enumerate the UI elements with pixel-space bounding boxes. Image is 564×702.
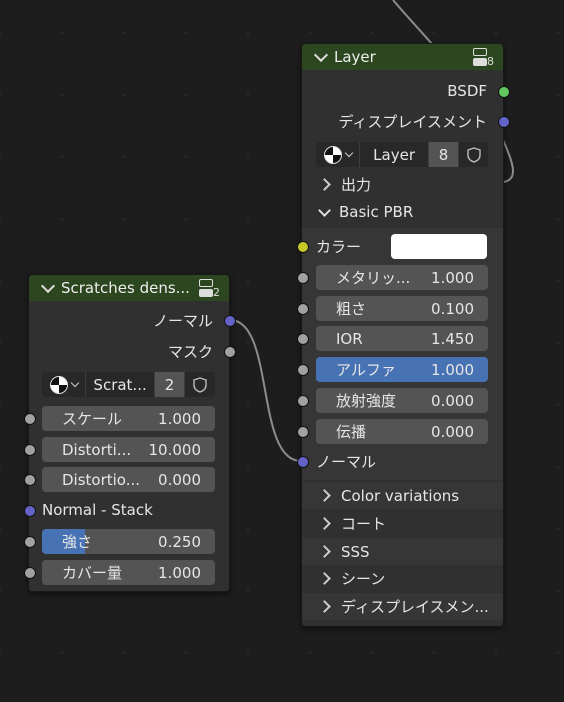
output-label-mask: マスク <box>167 342 213 361</box>
output-label-bsdf: BSDF <box>447 82 487 100</box>
input-normal-row: ノーマル <box>316 448 376 474</box>
output-bsdf-row: BSDF <box>302 78 503 104</box>
panel-basic-pbr[interactable]: Basic PBR <box>302 199 503 225</box>
expand-chevron-icon <box>318 177 331 191</box>
input-socket-alpha[interactable] <box>297 364 309 376</box>
material-sphere-icon <box>323 145 342 164</box>
layer-node-header[interactable]: Layer 8 <box>302 44 503 70</box>
input-field-distortion-2[interactable]: Distortio... 0.000 <box>42 467 215 492</box>
panel-sss[interactable]: SSS <box>302 538 503 565</box>
input-field-emission-strength[interactable]: 放射強度 0.000 <box>316 388 488 413</box>
input-normal-stack-row: Normal - Stack <box>42 497 153 523</box>
input-field-roughness[interactable]: 粗さ 0.100 <box>316 296 488 321</box>
output-socket-bsdf[interactable] <box>498 86 510 98</box>
dropdown-chevron-icon <box>344 148 353 158</box>
input-socket-color[interactable] <box>297 241 309 253</box>
input-socket-distortion-2[interactable] <box>24 474 36 486</box>
panel-displacement[interactable]: ディスプレイスメン... <box>302 593 503 620</box>
input-field-transmission[interactable]: 伝播 0.000 <box>316 419 488 444</box>
shield-icon <box>193 376 207 393</box>
link-upper <box>392 0 433 45</box>
output-socket-mask[interactable] <box>224 346 236 358</box>
input-socket-roughness[interactable] <box>297 303 309 315</box>
panel-output[interactable]: 出力 <box>302 171 503 197</box>
output-socket-normal[interactable] <box>224 315 236 327</box>
shield-icon <box>466 146 481 163</box>
output-displacement-row: ディスプレイスメント <box>302 108 503 134</box>
input-label-normal: ノーマル <box>316 452 377 471</box>
user-count-button[interactable]: 2 <box>154 372 186 397</box>
input-socket-normal[interactable] <box>297 456 309 468</box>
input-socket-coverage[interactable] <box>24 567 36 579</box>
panel-label: Color variations <box>341 486 460 505</box>
output-normal-row: ノーマル <box>29 307 229 333</box>
node-group-selector[interactable]: Scrat... 2 <box>42 372 215 397</box>
input-socket-scale[interactable] <box>24 413 36 425</box>
input-field-alpha[interactable]: アルファ 1.000 <box>316 357 488 382</box>
material-browse-button[interactable] <box>316 142 361 167</box>
scratches-node[interactable]: Scratches dens... 2 ノーマル マスク Scrat... 2 … <box>24 274 236 592</box>
output-socket-displacement[interactable] <box>498 116 510 128</box>
output-label-displacement: ディスプレイスメント <box>338 112 487 131</box>
layer-node[interactable]: Layer 8 BSDF ディスプレイスメント Layer 8 出力 Basic… <box>297 43 510 627</box>
input-color-row: カラー <box>316 233 361 259</box>
node-group-icon: 8 <box>473 47 495 69</box>
expand-chevron-icon <box>318 517 331 530</box>
user-count-button[interactable]: 8 <box>428 142 460 167</box>
panel-color-variations[interactable]: Color variations <box>302 482 503 509</box>
link-displacement <box>502 139 514 183</box>
input-socket-metallic[interactable] <box>297 272 309 284</box>
output-mask-row: マスク <box>29 338 229 364</box>
panel-label: SSS <box>341 542 370 561</box>
panel-label: ディスプレイスメン... <box>341 598 489 616</box>
input-label-normal-stack: Normal - Stack <box>42 501 153 519</box>
color-swatch[interactable] <box>391 234 487 259</box>
expand-chevron-icon <box>318 545 331 558</box>
collapse-chevron-icon <box>318 203 331 217</box>
input-socket-transmission[interactable] <box>297 426 309 438</box>
input-socket-normal-stack[interactable] <box>24 505 36 517</box>
input-field-strength[interactable]: 強さ 0.250 <box>42 529 215 554</box>
input-field-metallic[interactable]: メタリッ... 1.000 <box>316 265 488 290</box>
fake-user-button[interactable] <box>459 142 488 167</box>
node-title: Scratches dens... <box>61 279 190 297</box>
input-field-ior[interactable]: IOR 1.450 <box>316 326 488 351</box>
link-normal <box>229 319 302 462</box>
input-label-color: カラー <box>316 237 362 256</box>
group-name-field[interactable]: Layer <box>360 142 429 167</box>
input-socket-ior[interactable] <box>297 333 309 345</box>
node-title: Layer <box>334 48 376 66</box>
collapse-chevron-icon[interactable] <box>40 278 56 294</box>
panel-label-output: 出力 <box>341 175 372 194</box>
input-field-coverage[interactable]: カバー量 1.000 <box>42 560 215 585</box>
panel-coat[interactable]: コート <box>302 510 503 537</box>
dropdown-chevron-icon <box>70 378 79 388</box>
node-group-selector[interactable]: Layer 8 <box>316 142 488 167</box>
node-group-icon: 2 <box>199 278 221 300</box>
panel-label: コート <box>341 515 387 533</box>
expand-chevron-icon <box>318 600 331 613</box>
input-socket-strength[interactable] <box>24 536 36 548</box>
input-field-distortion-1[interactable]: Distorti... 10.000 <box>42 437 215 462</box>
input-field-scale[interactable]: スケール 1.000 <box>42 406 215 431</box>
output-label-normal: ノーマル <box>152 311 213 330</box>
material-sphere-icon <box>49 375 68 394</box>
fake-user-button[interactable] <box>185 372 215 397</box>
collapse-chevron-icon[interactable] <box>313 47 329 63</box>
scratches-node-header[interactable]: Scratches dens... 2 <box>29 275 229 301</box>
group-name-field[interactable]: Scrat... <box>86 372 155 397</box>
panel-sheen[interactable]: シーン <box>302 565 503 592</box>
expand-chevron-icon <box>318 489 331 502</box>
input-socket-distortion-1[interactable] <box>24 444 36 456</box>
panel-label-basic-pbr: Basic PBR <box>339 203 414 221</box>
expand-chevron-icon <box>318 572 331 585</box>
material-browse-button[interactable] <box>42 372 87 397</box>
panel-label: シーン <box>341 570 386 588</box>
input-socket-emission-strength[interactable] <box>297 395 309 407</box>
